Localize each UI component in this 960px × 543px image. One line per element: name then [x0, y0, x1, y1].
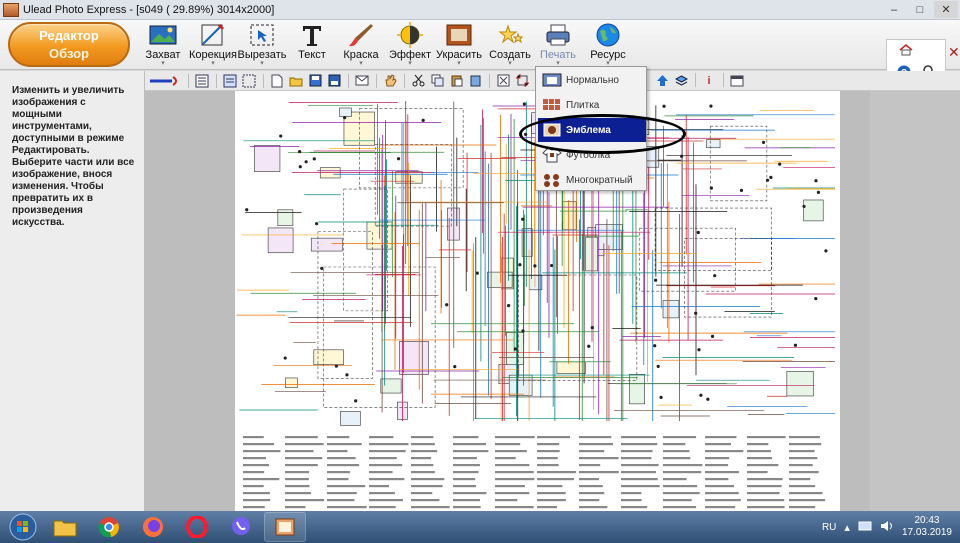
close-button[interactable]: ✕: [934, 1, 958, 18]
paint-button[interactable]: Краска ▾: [340, 20, 382, 70]
panel-toggle-icon[interactable]: [728, 73, 746, 89]
print-tile-label: Плитка: [566, 99, 600, 111]
tile-icon: [538, 94, 566, 116]
minimize-button[interactable]: –: [882, 1, 906, 18]
correction-icon: [198, 21, 228, 49]
normal-print-icon: [538, 69, 566, 91]
left-panel: Изменить и увеличить изображения с мощны…: [0, 71, 145, 511]
list-icon[interactable]: [193, 73, 211, 89]
upload-icon[interactable]: [653, 73, 671, 89]
close-panel-icon[interactable]: ✕: [948, 44, 960, 61]
decorate-button[interactable]: Украсить ▾: [436, 20, 482, 70]
language-indicator[interactable]: RU: [822, 522, 836, 533]
system-tray: RU ▴ 20:43 17.03.2019: [822, 511, 952, 543]
windows-taskbar: RU ▴ 20:43 17.03.2019: [0, 511, 960, 543]
effect-icon: [395, 21, 425, 49]
capture-button[interactable]: Захват ▾: [140, 20, 186, 70]
clock-date: 17.03.2019: [901, 527, 952, 538]
effect-button[interactable]: Эффект ▾: [388, 20, 432, 70]
scissors-icon[interactable]: [409, 73, 427, 89]
network-icon[interactable]: [858, 520, 872, 535]
canvas-margin: [870, 91, 960, 511]
highlight-ellipse: [519, 114, 686, 154]
paste-new-icon[interactable]: [466, 73, 484, 89]
home-icon[interactable]: [899, 44, 913, 59]
copy-icon[interactable]: [428, 73, 446, 89]
select-all-icon[interactable]: [240, 73, 258, 89]
frame-icon: [444, 21, 474, 49]
clock[interactable]: 20:43 17.03.2019: [902, 515, 952, 539]
layers-icon[interactable]: [672, 73, 690, 89]
app-icon: [3, 2, 19, 17]
opera-taskbar-button[interactable]: [176, 512, 218, 542]
viber-taskbar-button[interactable]: [220, 512, 262, 542]
print-normal-item[interactable]: Нормально: [538, 68, 646, 92]
window-title: Ulead Photo Express - [s049 ( 29.89%) 30…: [23, 3, 275, 16]
mode-switch[interactable]: Редактор Обзор: [8, 22, 130, 67]
multiple-icon: [538, 169, 566, 191]
chrome-taskbar-button[interactable]: [88, 512, 130, 542]
toolbar-right-group: i: [653, 72, 747, 89]
selection-icon: [247, 21, 277, 49]
undo-icon[interactable]: [147, 73, 183, 89]
browse-icon[interactable]: [221, 73, 239, 89]
title-bar: Ulead Photo Express - [s049 ( 29.89%) 30…: [0, 0, 960, 20]
brush-icon: [346, 21, 376, 49]
hand-icon[interactable]: [381, 73, 399, 89]
text-t-icon: [297, 21, 327, 49]
correction-button[interactable]: Корекция ▾: [189, 20, 237, 70]
firefox-taskbar-button[interactable]: [132, 512, 174, 542]
start-button[interactable]: [4, 512, 42, 542]
tray-arrow-icon[interactable]: ▴: [844, 521, 850, 534]
text-button[interactable]: Текст: [294, 20, 330, 70]
mode-editor-label[interactable]: Редактор: [10, 27, 128, 45]
photo-express-taskbar-button[interactable]: [264, 512, 306, 542]
fit-icon[interactable]: [494, 73, 512, 89]
open-icon[interactable]: [287, 73, 305, 89]
stars-icon: [495, 21, 525, 49]
text-label: Текст: [298, 49, 326, 61]
mode-description: Изменить и увеличить изображения с мощны…: [12, 85, 135, 228]
print-multiple-label: Многократный: [566, 174, 633, 186]
maximize-button[interactable]: □: [908, 1, 932, 18]
print-multiple-item[interactable]: Многократный: [538, 168, 646, 192]
explorer-taskbar-button[interactable]: [44, 512, 86, 542]
mode-browse-label[interactable]: Обзор: [10, 45, 128, 63]
cut-button[interactable]: Вырезать ▾: [238, 20, 286, 70]
print-button[interactable]: Печать ▾: [536, 20, 580, 70]
create-button[interactable]: Создать ▾: [488, 20, 532, 70]
main-ribbon: Редактор Обзор Захват ▾ Корекция ▾ Вырез…: [0, 20, 960, 86]
clock-time: 20:43: [914, 515, 940, 526]
volume-icon[interactable]: [880, 520, 894, 535]
crop-icon[interactable]: [513, 73, 531, 89]
save-as-icon[interactable]: [325, 73, 343, 89]
print-normal-label: Нормально: [566, 74, 619, 86]
resources-button[interactable]: Ресурс ▾: [588, 20, 628, 70]
mail-icon[interactable]: [353, 73, 371, 89]
picture-icon: [148, 21, 178, 49]
info-icon[interactable]: i: [700, 73, 718, 89]
globe-icon: [593, 21, 623, 49]
printer-icon: [543, 21, 573, 49]
new-icon[interactable]: [268, 73, 286, 89]
save-icon[interactable]: [306, 73, 324, 89]
paste-icon[interactable]: [447, 73, 465, 89]
